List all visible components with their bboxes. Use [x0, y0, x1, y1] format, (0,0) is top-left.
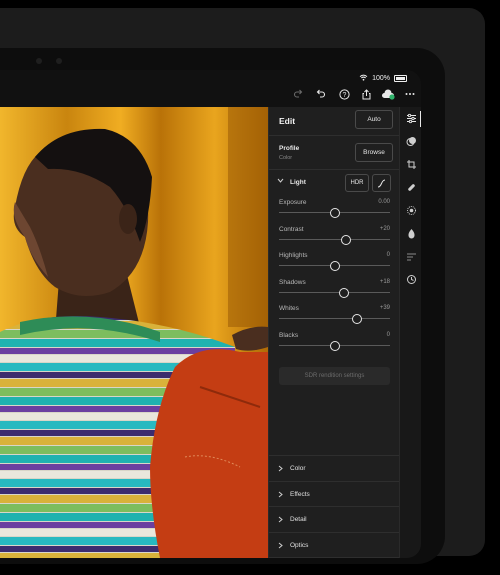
section-label: Detail	[290, 516, 307, 523]
crop-icon[interactable]	[400, 159, 421, 173]
hdr-button[interactable]: HDR	[345, 174, 369, 192]
panel-title: Edit	[279, 116, 296, 126]
status-bar: 100%	[359, 74, 407, 83]
chevron-right-icon	[278, 465, 283, 474]
app-screen: 100% ? Edit Auto Profile Color Browse Li…	[0, 70, 421, 558]
photo-preview[interactable]	[0, 107, 268, 558]
undo-icon[interactable]	[313, 86, 329, 102]
help-icon[interactable]: ?	[336, 86, 352, 102]
auto-button[interactable]: Auto	[355, 110, 393, 129]
slider-highlights[interactable]: Highlights 0	[269, 252, 400, 278]
divider	[269, 169, 400, 170]
slider-label: Exposure	[279, 199, 307, 206]
slider-contrast[interactable]: Contrast +20	[269, 226, 400, 252]
section-color[interactable]: Color	[269, 455, 400, 481]
section-label: Color	[290, 465, 306, 472]
section-label: Effects	[290, 490, 310, 498]
slider-label: Blacks	[279, 331, 299, 339]
divider	[269, 135, 400, 136]
masking-icon[interactable]	[400, 136, 421, 150]
light-section-label: Light	[290, 179, 306, 186]
slider-blacks[interactable]: Blacks 0	[269, 332, 400, 358]
curve-icon	[377, 179, 386, 187]
sliders-icon[interactable]	[400, 113, 421, 127]
profile-value: Color	[279, 155, 293, 161]
share-icon[interactable]	[358, 86, 374, 102]
browse-button[interactable]: Browse	[355, 143, 393, 162]
versions-icon[interactable]	[400, 251, 421, 265]
section-optics[interactable]: Optics	[269, 531, 400, 558]
slider-thumb[interactable]	[329, 261, 340, 271]
blur-icon[interactable]	[400, 205, 421, 219]
battery-percent: 100%	[372, 75, 390, 82]
slider-thumb[interactable]	[329, 208, 340, 218]
slider-thumb[interactable]	[339, 287, 350, 298]
light-section-header[interactable]: Light HDR	[269, 174, 400, 192]
color-drop-icon[interactable]	[400, 228, 421, 242]
top-toolbar: ?	[0, 84, 421, 106]
history-icon[interactable]	[400, 274, 421, 288]
slider-value: 0	[386, 252, 390, 258]
camera-dot	[36, 58, 42, 64]
slider-value: +20	[379, 225, 390, 232]
section-effects[interactable]: Effects	[269, 480, 400, 507]
slider-track[interactable]	[279, 318, 390, 319]
slider-track[interactable]	[279, 238, 390, 240]
slider-label: Contrast	[279, 225, 304, 233]
slider-label: Whites	[279, 305, 299, 312]
slider-shadows[interactable]: Shadows +18	[269, 279, 400, 305]
battery-icon	[394, 75, 407, 82]
slider-exposure[interactable]: Exposure 0.00	[269, 199, 400, 225]
sdr-rendition-settings-button[interactable]: SDR rendition settings	[279, 367, 390, 385]
slider-label: Shadows	[279, 278, 306, 286]
profile-label: Profile	[279, 145, 300, 152]
slider-value: 0	[386, 331, 390, 338]
camera-dot	[56, 58, 62, 64]
slider-value: +39	[379, 305, 390, 311]
cloud-sync-icon[interactable]	[380, 86, 396, 102]
section-detail[interactable]: Detail	[269, 506, 400, 532]
edit-panel: Edit Auto Profile Color Browse Light HDR…	[268, 107, 400, 558]
section-label: Optics	[290, 541, 309, 549]
section-geometry[interactable]: Geometry	[269, 557, 400, 558]
chevron-right-icon	[278, 491, 283, 500]
slider-label: Highlights	[279, 252, 308, 259]
slider-thumb[interactable]	[351, 314, 362, 324]
chevron-right-icon	[278, 516, 283, 525]
tone-curve-button[interactable]	[372, 174, 391, 192]
slider-value: 0.00	[378, 199, 390, 205]
chevron-down-icon	[277, 178, 284, 185]
wifi-icon	[359, 74, 368, 83]
active-indicator	[420, 111, 421, 127]
healing-icon[interactable]	[400, 182, 421, 196]
redo-icon[interactable]	[290, 86, 306, 102]
slider-value: +18	[379, 278, 390, 285]
chevron-right-icon	[278, 542, 283, 551]
svg-text:?: ?	[342, 92, 346, 99]
slider-whites[interactable]: Whites +39	[269, 305, 400, 331]
tool-rail	[399, 107, 421, 558]
slider-thumb[interactable]	[340, 234, 351, 245]
slider-track[interactable]	[279, 291, 390, 293]
slider-thumb[interactable]	[329, 340, 340, 351]
more-icon[interactable]	[402, 86, 418, 102]
